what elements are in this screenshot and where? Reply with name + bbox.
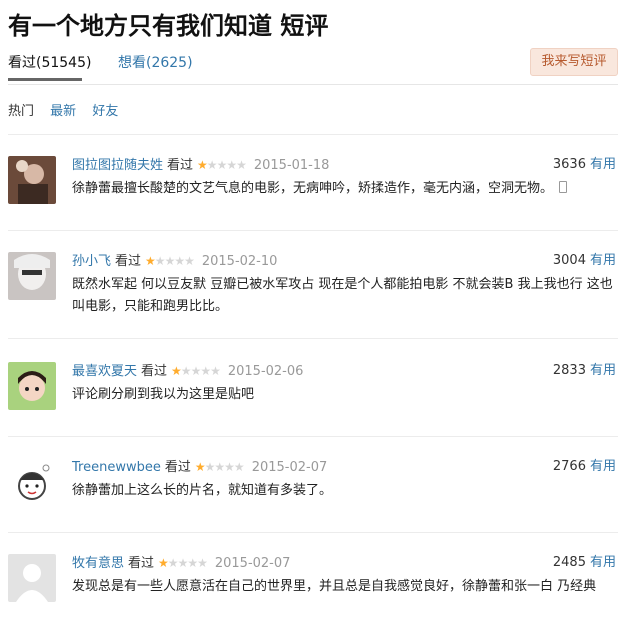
mobile-phone-icon xyxy=(559,181,568,193)
active-tab-indicator xyxy=(8,78,82,81)
review-date: 2015-02-10 xyxy=(201,254,278,269)
review-user-link[interactable]: 孙小飞 xyxy=(72,254,111,269)
star-empty-icon: ★ xyxy=(206,158,218,172)
review-date: 2015-02-06 xyxy=(227,364,304,379)
useful-button[interactable]: 有用 xyxy=(590,555,616,570)
rating-stars: ★★★★★ xyxy=(171,362,221,380)
rating-stars: ★★★★★ xyxy=(197,156,247,174)
avatar[interactable] xyxy=(8,252,56,300)
star-empty-icon: ★ xyxy=(204,460,216,474)
star-empty-icon: ★ xyxy=(174,254,185,268)
review-meta: 图拉图拉随夫姓 看过 ★★★★★ 2015-01-18 xyxy=(72,156,329,174)
vote-count: 2485 xyxy=(552,555,586,570)
review-meta: 牧有意思 看过 ★★★★★ 2015-02-07 xyxy=(72,554,290,572)
vote-count: 2833 xyxy=(552,363,586,378)
star-empty-icon: ★ xyxy=(216,158,228,172)
star-empty-icon: ★ xyxy=(187,556,198,570)
useful-button[interactable]: 有用 xyxy=(590,363,616,378)
review-date: 2015-02-07 xyxy=(251,460,328,475)
star-filled-icon: ★ xyxy=(145,254,156,268)
review-content: 既然水军起 何以豆友默 豆瓣已被水军攻占 现在是个人都能拍电影 不就会装B 我上… xyxy=(72,277,613,314)
star-empty-icon: ★ xyxy=(180,364,192,378)
page-title: 有一个地方只有我们知道 短评 xyxy=(8,12,329,40)
review-meta: 最喜欢夏天 看过 ★★★★★ 2015-02-06 xyxy=(72,362,303,380)
star-empty-icon: ★ xyxy=(210,364,221,378)
review-divider xyxy=(8,230,618,231)
star-empty-icon: ★ xyxy=(190,364,202,378)
star-empty-icon: ★ xyxy=(184,254,195,268)
review-date: 2015-01-18 xyxy=(253,158,330,173)
page: 有一个地方只有我们知道 短评 看过(51545) 想看(2625) 我来写短评 … xyxy=(0,0,640,634)
filter-friends[interactable]: 好友 xyxy=(92,104,118,119)
review-status: 看过 xyxy=(141,364,168,379)
star-empty-icon: ★ xyxy=(197,556,208,570)
review-user-link[interactable]: 牧有意思 xyxy=(72,556,124,571)
star-empty-icon: ★ xyxy=(154,254,166,268)
star-empty-icon: ★ xyxy=(214,460,225,474)
tab-want-to-watch[interactable]: 想看(2625) xyxy=(118,52,193,72)
filter-popular[interactable]: 热门 xyxy=(8,104,34,119)
tabs-divider xyxy=(8,84,618,85)
vote-block: 2833 有用 xyxy=(553,362,616,380)
review-divider xyxy=(8,338,618,339)
review-divider xyxy=(8,436,618,437)
review-content: 徐静蕾最擅长酸楚的文艺气息的电影，无病呻吟，矫揉造作，毫无内涵，空洞无物。 xyxy=(72,178,620,200)
vote-block: 2485 有用 xyxy=(553,554,616,572)
review-content: 评论刷分刷到我以为这里是贴吧 xyxy=(72,387,255,402)
rating-stars: ★★★★★ xyxy=(145,252,195,270)
vote-block: 2766 有用 xyxy=(553,458,616,476)
review-content: 发现总是有一些人愿意活在自己的世界里，并且总是自我感觉良好，徐静蕾和张一白 乃经… xyxy=(72,579,597,594)
review-divider xyxy=(8,532,618,533)
vote-count: 2766 xyxy=(552,459,586,474)
vote-count: 3004 xyxy=(552,253,586,268)
star-empty-icon: ★ xyxy=(224,460,235,474)
filter-latest[interactable]: 最新 xyxy=(50,104,76,119)
avatar[interactable] xyxy=(8,554,56,602)
star-empty-icon: ★ xyxy=(233,460,245,474)
star-empty-icon: ★ xyxy=(226,158,237,172)
tab-watched[interactable]: 看过(51545) xyxy=(8,52,91,72)
review-status: 看过 xyxy=(167,158,194,173)
review-date: 2015-02-07 xyxy=(214,556,291,571)
review-status: 看过 xyxy=(128,556,155,571)
vote-block: 3636 有用 xyxy=(553,156,616,174)
useful-button[interactable]: 有用 xyxy=(590,157,616,172)
star-empty-icon: ★ xyxy=(164,254,176,268)
tab-bar: 看过(51545) 想看(2625) xyxy=(8,48,618,84)
useful-button[interactable]: 有用 xyxy=(590,459,616,474)
write-review-button[interactable]: 我来写短评 xyxy=(530,48,618,76)
star-filled-icon: ★ xyxy=(171,364,182,378)
star-empty-icon: ★ xyxy=(167,556,179,570)
review-status: 看过 xyxy=(164,460,191,475)
filters-divider xyxy=(8,134,618,135)
star-filled-icon: ★ xyxy=(197,158,208,172)
useful-button[interactable]: 有用 xyxy=(590,253,616,268)
review-user-link[interactable]: Treenewwbee xyxy=(72,460,161,475)
star-empty-icon: ★ xyxy=(200,364,211,378)
review-status: 看过 xyxy=(115,254,142,269)
review-content: 徐静蕾加上这么长的片名，就知道有多装了。 xyxy=(72,483,333,498)
vote-count: 3636 xyxy=(552,157,586,172)
review-user-link[interactable]: 最喜欢夏天 xyxy=(72,364,137,379)
sort-filters: 热门 最新 好友 xyxy=(8,100,130,119)
avatar[interactable] xyxy=(8,362,56,410)
review-meta: Treenewwbee 看过 ★★★★★ 2015-02-07 xyxy=(72,458,327,476)
rating-stars: ★★★★★ xyxy=(158,554,208,572)
avatar[interactable] xyxy=(8,458,56,506)
rating-stars: ★★★★★ xyxy=(194,458,245,476)
review-user-link[interactable]: 图拉图拉随夫姓 xyxy=(72,158,163,173)
review-meta: 孙小飞 看过 ★★★★★ 2015-02-10 xyxy=(72,252,277,270)
avatar[interactable] xyxy=(8,156,56,204)
star-empty-icon: ★ xyxy=(236,158,247,172)
star-empty-icon: ★ xyxy=(177,556,189,570)
star-filled-icon: ★ xyxy=(158,556,169,570)
review-text: 徐静蕾最擅长酸楚的文艺气息的电影，无病呻吟，矫揉造作，毫无内涵，空洞无物。 xyxy=(72,181,554,196)
vote-block: 3004 有用 xyxy=(553,252,616,270)
star-filled-icon: ★ xyxy=(194,460,206,474)
